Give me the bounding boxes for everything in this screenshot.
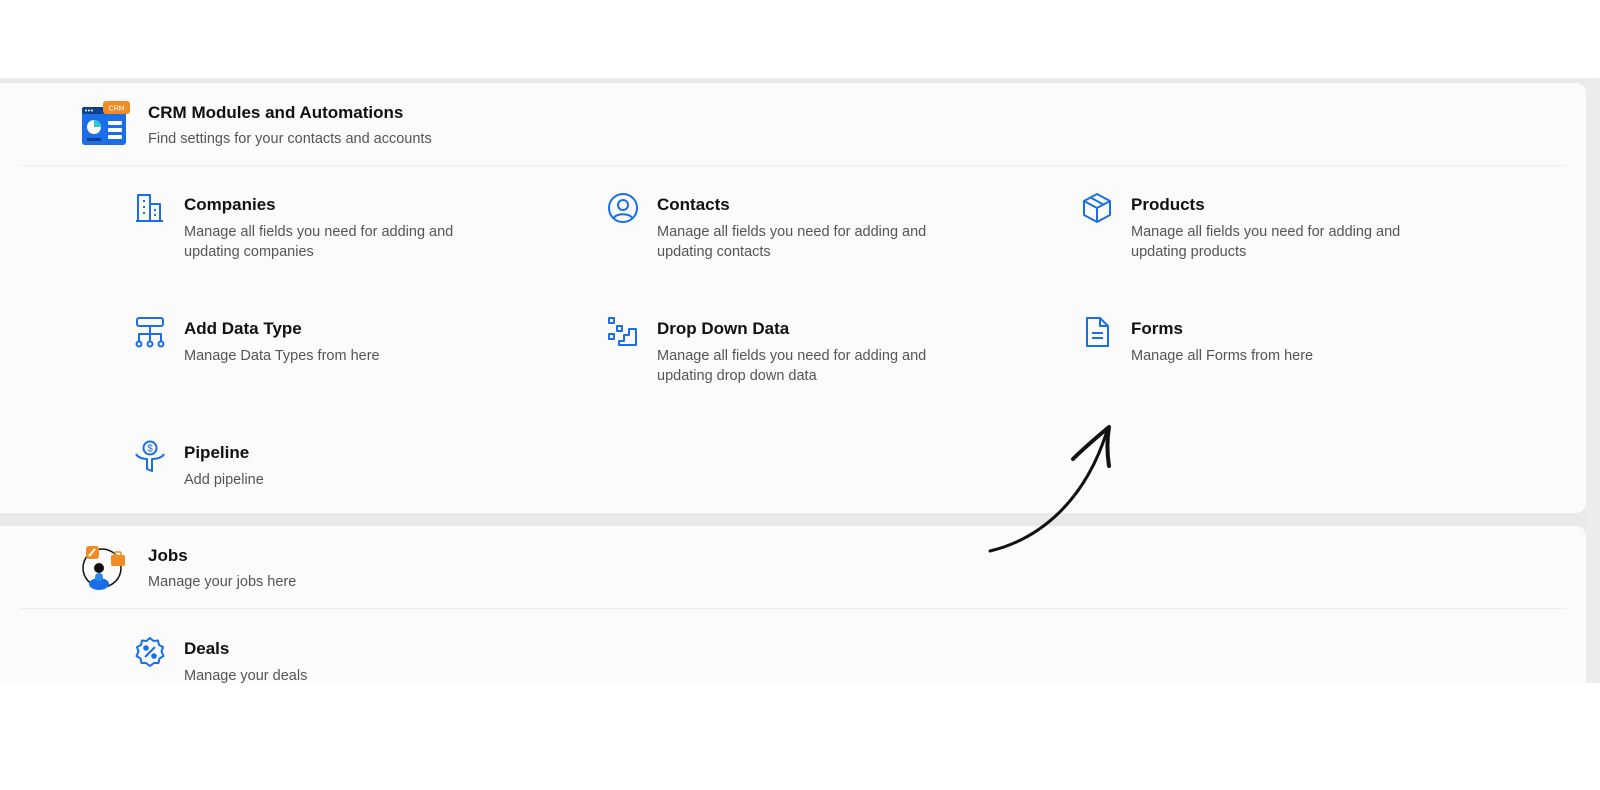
deals-desc: Manage your deals (184, 668, 308, 683)
stairs-icon (607, 316, 639, 348)
jobs-divider (20, 608, 1566, 609)
crm-section-title: CRM Modules and Automations (148, 103, 404, 122)
deals-item[interactable]: Deals Manage your deals (134, 636, 554, 683)
svg-text:$: $ (147, 444, 153, 455)
crm-section-subtitle: Find settings for your contacts and acco… (148, 131, 432, 147)
jobs-section: Jobs Manage your jobs here Deals Manage … (0, 526, 1586, 683)
companies-desc: Manage all fields you need for adding an… (184, 224, 454, 260)
drop-down-data-title: Drop Down Data (657, 319, 790, 338)
companies-title: Companies (184, 195, 276, 214)
scrollbar-track[interactable] (1586, 78, 1600, 683)
crm-section: CRM CRM Modules and Automations Find set… (0, 83, 1586, 513)
funnel-dollar-icon: $ (134, 440, 166, 472)
jobs-illustration (82, 544, 130, 592)
add-data-type-desc: Manage Data Types from here (184, 348, 380, 364)
products-item[interactable]: Products Manage all fields you need for … (1081, 192, 1501, 262)
forms-title: Forms (1131, 319, 1183, 338)
products-title: Products (1131, 195, 1205, 214)
hand-drawn-arrow-icon (985, 411, 1115, 556)
user-circle-icon (607, 192, 639, 224)
contacts-title: Contacts (657, 195, 730, 214)
building-icon (134, 192, 166, 224)
companies-item[interactable]: Companies Manage all fields you need for… (134, 192, 554, 262)
products-desc: Manage all fields you need for adding an… (1131, 224, 1401, 260)
pipeline-desc: Add pipeline (184, 472, 264, 488)
add-data-type-item[interactable]: Add Data Type Manage Data Types from her… (134, 316, 554, 386)
deals-title: Deals (184, 639, 230, 658)
crm-illustration: CRM (82, 101, 130, 149)
settings-viewport: CRM CRM Modules and Automations Find set… (0, 78, 1600, 683)
pipeline-item[interactable]: $ Pipeline Add pipeline (134, 440, 554, 510)
crm-badge: CRM (109, 106, 125, 113)
jobs-section-subtitle: Manage your jobs here (148, 574, 297, 590)
contacts-desc: Manage all fields you need for adding an… (657, 224, 927, 260)
forms-desc: Manage all Forms from here (1131, 348, 1314, 364)
cube-icon (1081, 192, 1113, 224)
contacts-item[interactable]: Contacts Manage all fields you need for … (607, 192, 1027, 262)
jobs-section-title: Jobs (148, 546, 188, 565)
jobs-section-header: Jobs Manage your jobs here (82, 544, 682, 594)
add-data-type-title: Add Data Type (184, 319, 302, 338)
crm-section-header: CRM CRM Modules and Automations Find set… (82, 101, 682, 151)
drop-down-data-desc: Manage all fields you need for adding an… (657, 348, 927, 384)
drop-down-data-item[interactable]: Drop Down Data Manage all fields you nee… (607, 316, 1027, 386)
pipeline-title: Pipeline (184, 443, 250, 462)
hierarchy-icon (134, 316, 166, 348)
forms-item[interactable]: Forms Manage all Forms from here (1081, 316, 1501, 386)
document-icon (1081, 316, 1113, 348)
crm-divider (20, 165, 1566, 166)
percent-badge-icon (134, 636, 166, 668)
